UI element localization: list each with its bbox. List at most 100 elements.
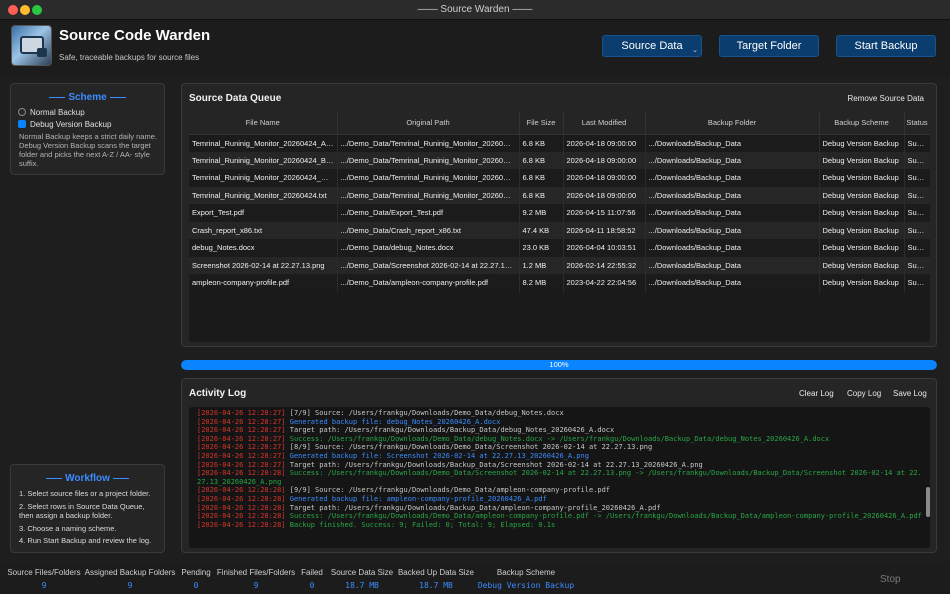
column-header[interactable]: File Size [519,112,564,135]
source-data-button[interactable]: Source Data ⌄ [602,35,702,57]
table-row[interactable]: Crash_report_x86.txt .../Demo_Data/Crash_… [189,221,930,239]
app-subtitle: Safe, traceable backups for source files [59,53,200,62]
workflow-step: 3. Choose a naming scheme. [19,523,117,533]
table-row[interactable]: Temrinal_Runinig_Monitor_20260424_C.txt.… [189,169,930,187]
target-folder-button[interactable]: Target Folder [719,35,819,57]
copy-log-button[interactable]: Copy Log [847,389,881,398]
table-cell: .../Downloads/Backup_Data [645,151,820,169]
save-log-button[interactable]: Save Log [893,389,927,398]
log-timestamp: [2026-04-26 12:28:28] [197,512,286,521]
progress-label: 100% [549,360,569,369]
table-cell: Screenshot 2026-02-14 at 22.27.13.png [189,256,338,274]
table-cell: .../Demo_Data/debug_Notes.docx [337,239,520,257]
table-cell: 2026-04-18 09:00:00 [563,134,646,152]
table-row[interactable]: Export_Test.pdf .../Demo_Data/Export_Test… [189,204,930,222]
table-cell: .../Demo_Data/Temrinal_Runinig_Monitor_2… [337,169,520,187]
log-timestamp: [2026-04-26 12:28:27] [197,409,286,417]
debug-version-backup-radio[interactable]: Debug Version Backup [18,120,111,132]
workflow-title: Workflow [11,473,164,484]
table-cell: 6.8 KB [519,169,564,187]
queue-table[interactable]: File Name Original Path File Size Last Modi… [189,112,930,342]
start-backup-button[interactable]: Start Backup [836,35,936,57]
table-cell: .../Downloads/Backup_Data [645,186,820,204]
log-message: Generated backup file: ampleon-company-p… [289,494,547,503]
workflow-step: 2. Select rows in Source Data Queue, the… [19,501,145,521]
log-timestamp: [2026-04-26 12:28:28] [197,520,286,529]
table-cell: 2026-04-11 18:58:52 [563,221,646,239]
log-message: [9/9] Source: /Users/frankgu/Downloads/D… [289,486,611,495]
activity-log-title: Activity Log [189,388,247,399]
table-cell: .../Downloads/Backup_Data [645,134,820,152]
table-row[interactable]: ampleon-company-profile.pdf .../Demo_Data… [189,274,930,292]
log-message: [8/9] Source: /Users/frankgu/Downloads/D… [289,443,653,452]
table-row[interactable]: Temrinal_Runinig_Monitor_20260424_B.txt.… [189,151,930,169]
column-header[interactable]: Backup Scheme [819,112,905,135]
log-line: [2026-04-26 12:28:27] Target path: /User… [197,461,922,470]
table-cell: 6.8 KB [519,134,564,152]
table-row[interactable]: Temrinal_Runinig_Monitor_20260424.txt...… [189,186,930,204]
table-cell: Debug Version Backup [819,151,905,169]
table-cell: 8.2 MB [519,274,564,292]
table-cell: 6.8 KB [519,151,564,169]
column-header[interactable]: Last Modified [563,112,646,135]
log-line: [2026-04-26 12:28:28] Success: /Users/fr… [197,512,922,521]
table-cell: .../Demo_Data/Temrinal_Runinig_Monitor_2… [337,186,520,204]
log-message: Generated backup file: Screenshot 2026-0… [289,451,589,460]
log-message: Backup finished. Success: 9; Failed: 0; … [289,520,556,529]
status-bar: Stop Source Files/Folders 9 Assigned Backu… [0,562,950,594]
table-cell: Debug Version Backup [819,169,905,187]
table-row[interactable]: Screenshot 2026-02-14 at 22.27.13.png...… [189,256,930,274]
title-bar: —— Source Warden —— [0,0,950,20]
log-line: [2026-04-26 12:28:28] Success: /Users/fr… [197,469,922,486]
table-cell: Success [904,169,930,187]
workflow-step: 4. Run Start Backup and review the log. [19,536,152,545]
log-timestamp: [2026-04-26 12:28:27] [197,426,286,435]
table-cell: Debug Version Backup [819,186,905,204]
table-cell: Export_Test.pdf [189,204,338,222]
column-header[interactable]: File Name [189,112,338,135]
source-data-label: Source Data [621,40,683,52]
table-cell: .../Downloads/Backup_Data [645,256,820,274]
table-row[interactable]: Temrinal_Runinig_Monitor_20260424_A.txt.… [189,134,930,152]
log-timestamp: [2026-04-26 12:28:27] [197,451,286,460]
log-line: [2026-04-26 12:28:27] [8/9] Source: /Use… [197,443,922,452]
activity-log-text[interactable]: [2026-04-26 12:28:27] [7/9] Source: /Use… [189,407,930,548]
table-cell: 2026-04-18 09:00:00 [563,169,646,187]
log-timestamp: [2026-04-26 12:28:27] [197,443,286,452]
log-scrollbar[interactable] [926,487,930,517]
stop-button[interactable]: Stop [880,574,901,585]
workflow-steps: 1. Select source files or a project fold… [19,489,161,549]
normal-backup-radio[interactable]: Normal Backup [18,108,85,120]
table-cell: .../Downloads/Backup_Data [645,204,820,222]
table-cell: Temrinal_Runinig_Monitor_20260424_A.txt [189,134,338,152]
status-item: Backup Scheme Debug Version Backup [466,568,586,590]
table-cell: Success [904,274,930,292]
table-cell: Debug Version Backup [819,221,905,239]
log-timestamp: [2026-04-26 12:28:28] [197,486,286,495]
table-cell: 2023-04-22 22:04:56 [563,274,646,292]
column-header[interactable]: Status [904,112,930,135]
table-cell: Success [904,256,930,274]
column-header[interactable]: Original Path [337,112,520,135]
table-cell: Debug Version Backup [819,239,905,257]
table-cell: Debug Version Backup [819,204,905,222]
table-cell: 2026-04-15 11:07:56 [563,204,646,222]
log-line: [2026-04-26 12:28:28] Generated backup f… [197,495,922,504]
table-cell: 2026-04-18 09:00:00 [563,186,646,204]
remove-source-data-button[interactable]: Remove Source Data [848,94,924,103]
column-header[interactable]: Backup Folder [645,112,820,135]
table-cell: Temrinal_Runinig_Monitor_20260424_B.txt [189,151,338,169]
clear-log-button[interactable]: Clear Log [799,389,834,398]
table-cell: .../Demo_Data/Temrinal_Runinig_Monitor_2… [337,134,520,152]
table-cell: ampleon-company-profile.pdf [189,274,338,292]
table-row[interactable]: debug_Notes.docx .../Demo_Data/debug_Note… [189,239,930,257]
log-line: [2026-04-26 12:28:27] Success: /Users/fr… [197,435,922,444]
table-cell: 1.2 MB [519,256,564,274]
table-cell: debug_Notes.docx [189,239,338,257]
table-cell: Success [904,134,930,152]
log-timestamp: [2026-04-26 12:28:28] [197,469,286,478]
log-timestamp: [2026-04-26 12:28:27] [197,460,286,469]
workflow-panel: Workflow 1. Select source files or a pro… [10,464,165,553]
app-header: Source Code Warden Safe, traceable backu… [0,20,950,76]
table-cell: 23.0 KB [519,239,564,257]
